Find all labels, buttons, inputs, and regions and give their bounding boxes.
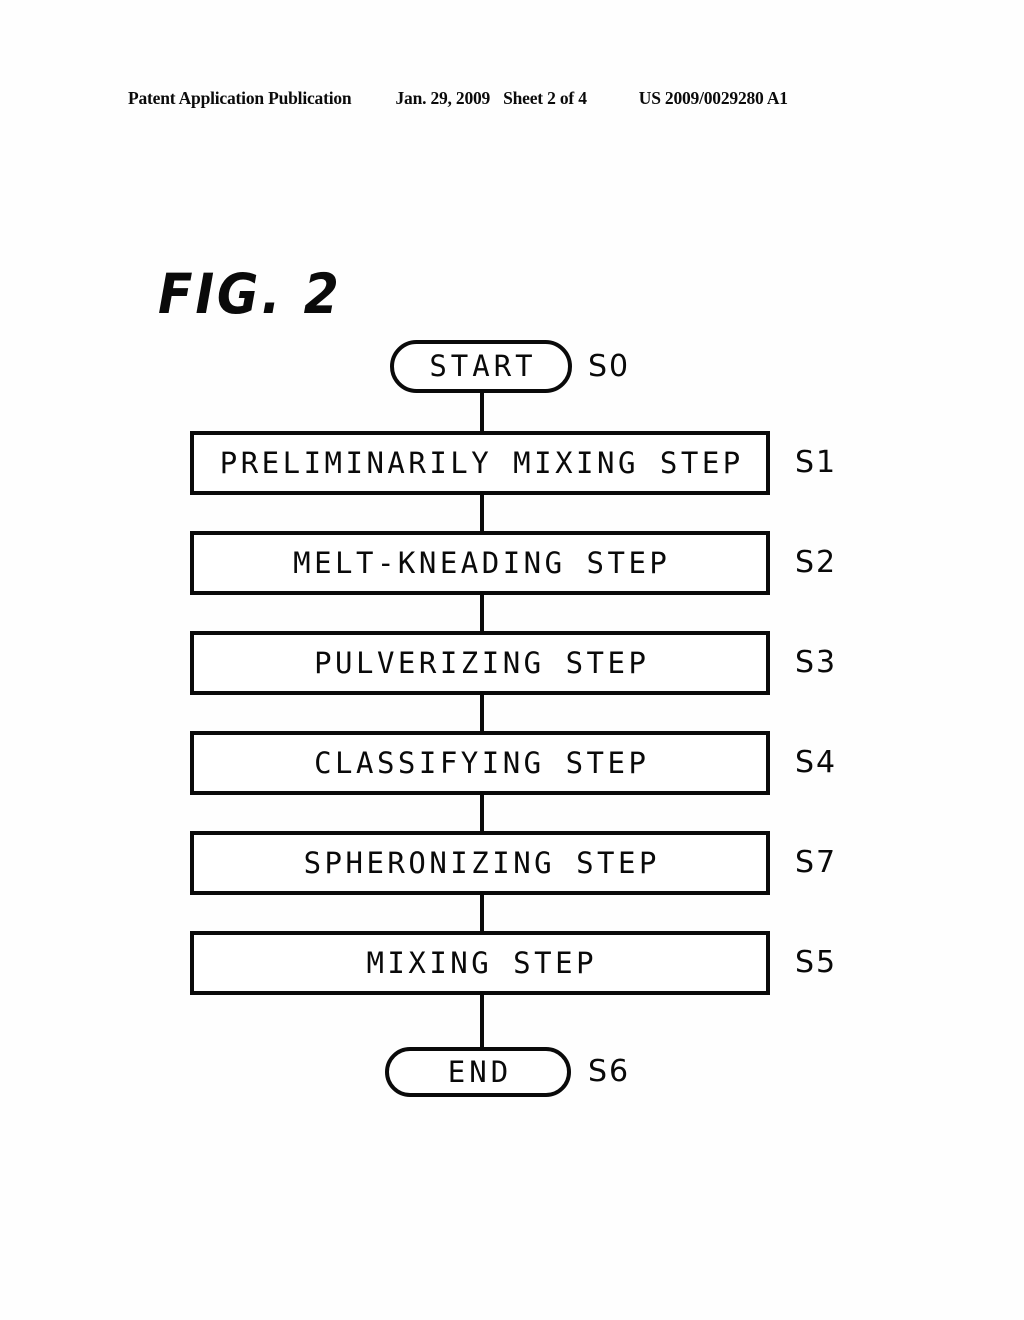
flow-node-pulverizing-step-label: PULVERIZING STEP xyxy=(314,645,650,680)
flow-node-melt-kneading-step[interactable]: MELT-KNEADING STEP xyxy=(190,531,770,595)
flow-node-classifying-step-label: CLASSIFYING STEP xyxy=(314,745,650,780)
connector-s5-s6 xyxy=(480,893,484,933)
flow-node-end-label: END xyxy=(447,1054,513,1089)
flow-node-mixing-step[interactable]: MIXING STEP xyxy=(190,931,770,995)
step-ref-s2: S2 xyxy=(795,545,838,580)
flow-node-spheronizing-step[interactable]: SPHERONIZING STEP xyxy=(190,831,770,895)
flow-node-mixing-step-label: MIXING STEP xyxy=(366,945,598,980)
flow-node-classifying-step[interactable]: CLASSIFYING STEP xyxy=(190,731,770,795)
flowchart: START S0 PRELIMINARILY MIXING STEP S1 ME… xyxy=(0,0,1024,1320)
patent-drawing-page: Patent Application Publication Jan. 29, … xyxy=(0,0,1024,1320)
flow-node-start[interactable]: START xyxy=(390,340,572,393)
connector-s6-s7 xyxy=(480,993,484,1049)
flow-node-end[interactable]: END xyxy=(385,1047,571,1097)
step-ref-s3: S3 xyxy=(795,645,838,680)
step-ref-s6: S6 xyxy=(588,1054,631,1089)
connector-s1-s2 xyxy=(480,493,484,533)
flow-node-preliminarily-mixing-step-label: PRELIMINARILY MIXING STEP xyxy=(219,445,744,480)
connector-s0-s1 xyxy=(480,391,484,433)
flow-node-preliminarily-mixing-step[interactable]: PRELIMINARILY MIXING STEP xyxy=(190,431,770,495)
connector-s2-s3 xyxy=(480,593,484,633)
step-ref-s0: S0 xyxy=(588,349,631,384)
step-ref-s1: S1 xyxy=(795,445,838,480)
flow-node-start-label: START xyxy=(429,349,537,383)
connector-s4-s5 xyxy=(480,793,484,833)
flow-node-melt-kneading-step-label: MELT-KNEADING STEP xyxy=(293,545,671,580)
flow-node-pulverizing-step[interactable]: PULVERIZING STEP xyxy=(190,631,770,695)
step-ref-s7: S7 xyxy=(795,845,838,880)
step-ref-s5: S5 xyxy=(795,945,838,980)
step-ref-s4: S4 xyxy=(795,745,838,780)
flow-node-spheronizing-step-label: SPHERONIZING STEP xyxy=(303,845,660,880)
connector-s3-s4 xyxy=(480,693,484,733)
